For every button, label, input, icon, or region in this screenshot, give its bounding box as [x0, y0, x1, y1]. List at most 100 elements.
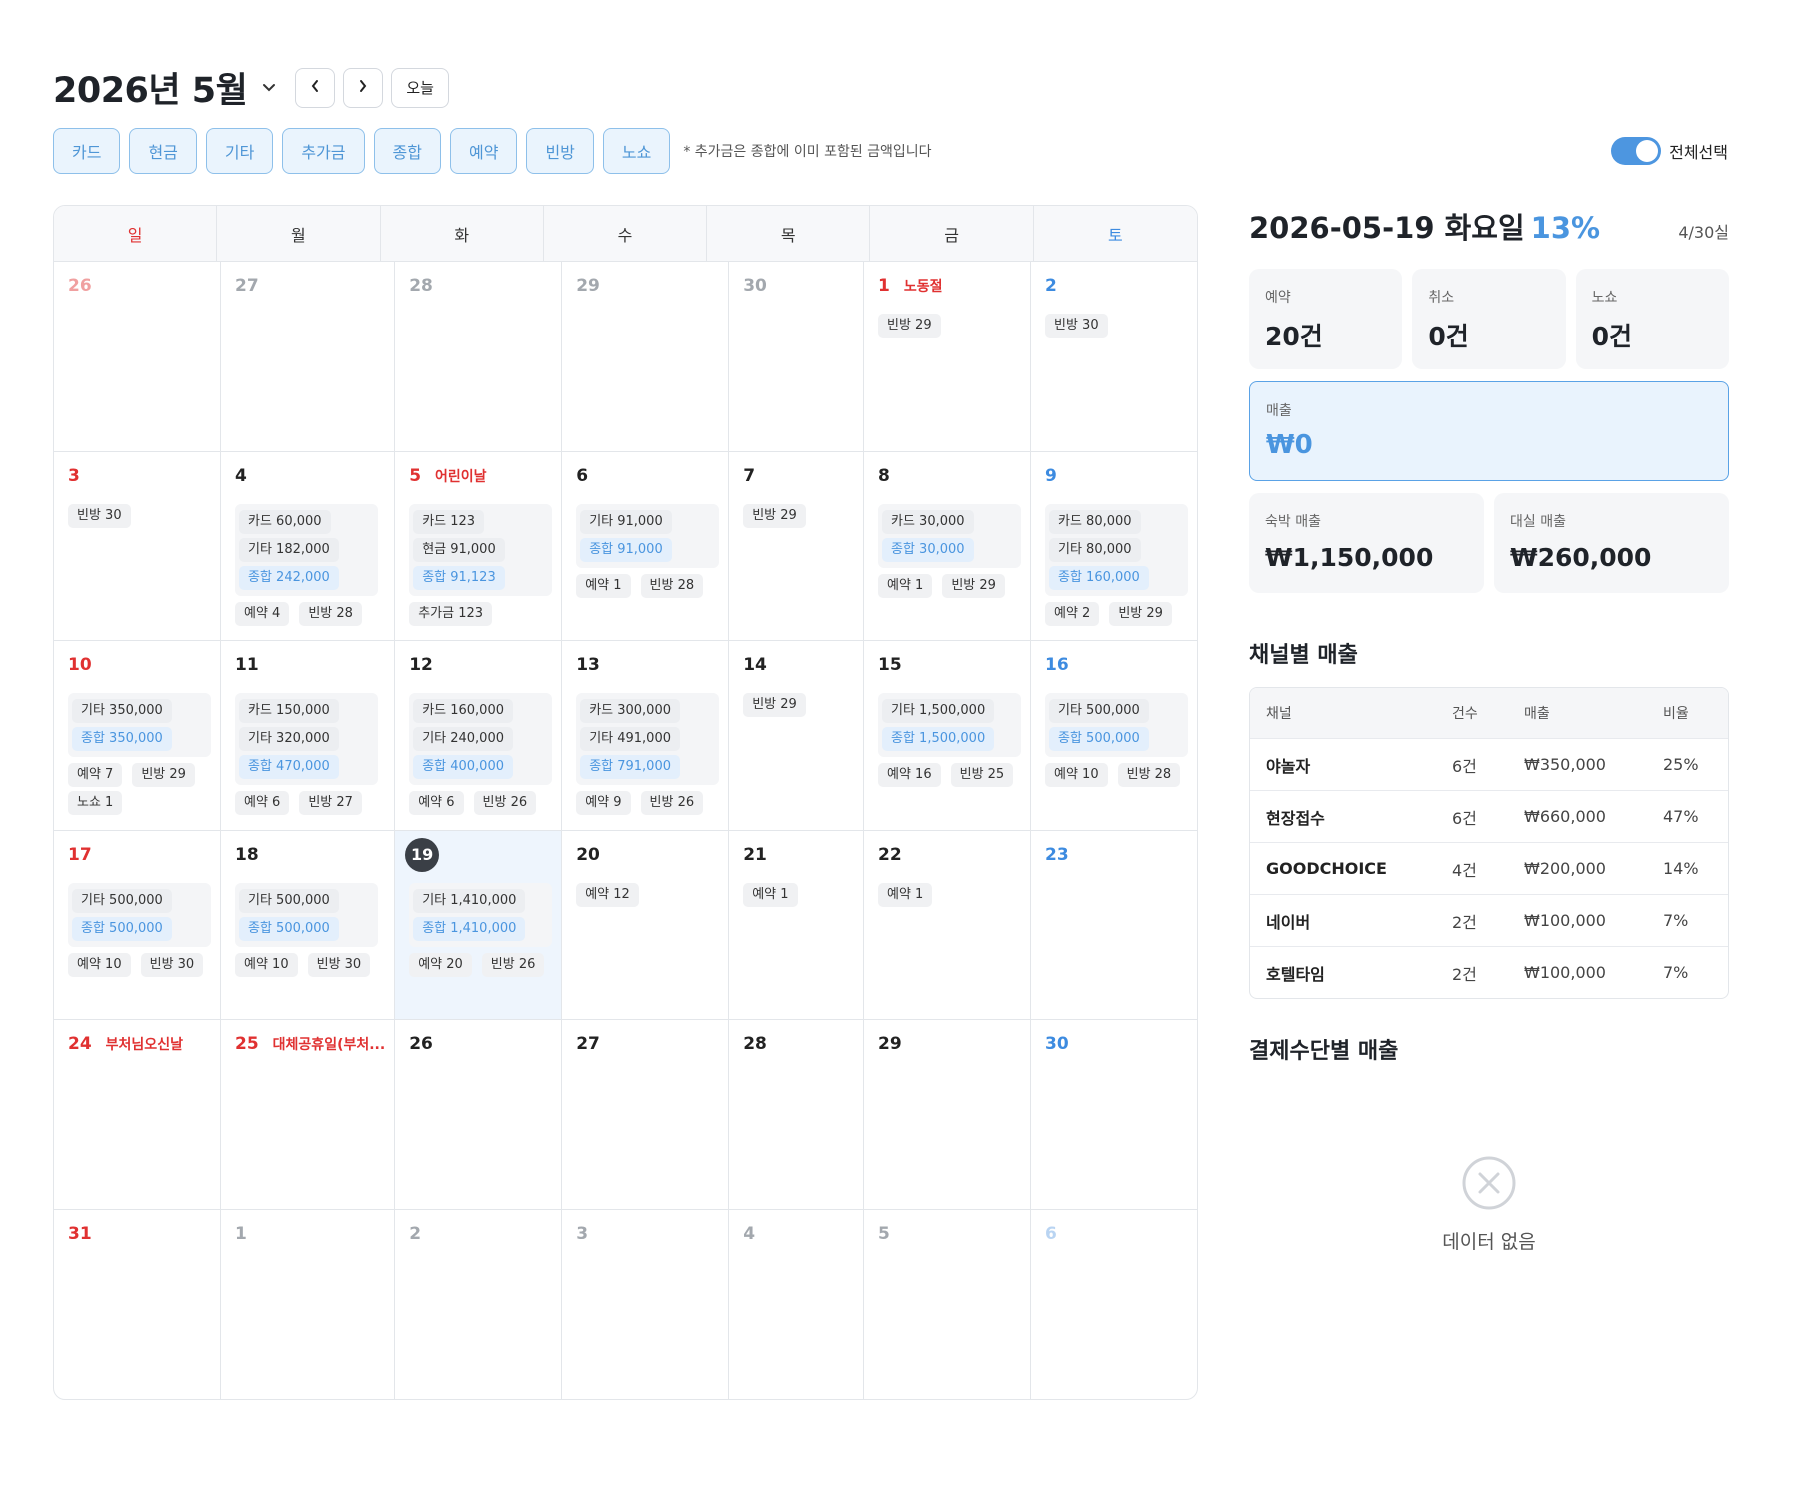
- calendar-day-cell[interactable]: 25 대체공휴일(부처...: [221, 1020, 396, 1210]
- calendar-day-cell[interactable]: 3: [562, 1209, 730, 1399]
- month-calendar: 일 월 화 수 목 금 토 26 27 28 29 30 1 노동절 빈방 29 2 빈방 30 3…: [53, 205, 1198, 1400]
- calendar-day-cell[interactable]: 26: [54, 262, 221, 452]
- calendar-day-cell[interactable]: 27: [562, 1020, 730, 1210]
- select-all-toggle[interactable]: [1611, 137, 1662, 165]
- filter-chip-card[interactable]: 카드: [53, 128, 121, 174]
- calendar-day-cell[interactable]: 5 어린이날 카드 123 현금 91,000 종합 91,123 추가금 123: [395, 451, 563, 641]
- payment-amount-tag: 카드 30,000: [882, 509, 974, 534]
- calendar-day-cell[interactable]: 23: [1031, 831, 1197, 1020]
- calendar-day-cell[interactable]: 9 카드 80,000 기타 80,000 종합 160,000 예약 2 빈방 29: [1031, 452, 1197, 641]
- status-tag: 빈방 29: [132, 763, 195, 787]
- payment-sales-title: 결제수단별 매출: [1249, 1039, 1399, 1064]
- filter-chip-extra[interactable]: 추가금: [282, 128, 365, 174]
- col-sales: 매출: [1524, 706, 1550, 722]
- filter-chip-vacant[interactable]: 빈방: [526, 128, 594, 174]
- calendar-day-cell[interactable]: 12 카드 160,000 기타 240,000 종합 400,000 예약 6 빈방 2…: [395, 641, 563, 831]
- calendar-day-cell[interactable]: 21 예약 1: [729, 830, 864, 1020]
- channel-ratio: 7%: [1663, 911, 1689, 930]
- calendar-day-cell[interactable]: 24 부처님오신날: [54, 1020, 221, 1210]
- calendar-day-cell[interactable]: 28: [395, 262, 563, 452]
- filter-chip-noshow[interactable]: 노쇼: [602, 128, 671, 174]
- filter-chip-total[interactable]: 종합: [373, 128, 441, 174]
- calendar-day-cell[interactable]: 16 기타 500,000 종합 500,000 예약 10 빈방 28: [1031, 641, 1197, 831]
- calendar-day-cell[interactable]: 13 카드 300,000 기타 491,000 종합 791,000 예약 9 빈방 2…: [562, 641, 730, 831]
- total-amount-tag: 종합 470,000: [239, 755, 339, 779]
- payment-amount-tag: 카드 300,000: [580, 699, 680, 723]
- filter-chip-reservation[interactable]: 예약: [449, 128, 518, 174]
- calendar-day-cell[interactable]: 18 기타 500,000 종합 500,000 예약 10 빈방 30: [221, 830, 396, 1020]
- next-month-button[interactable]: [343, 67, 384, 108]
- calendar-day-cell[interactable]: 30: [729, 262, 864, 452]
- day-header: 29: [576, 274, 719, 298]
- calendar-day-cell[interactable]: 29: [562, 262, 730, 452]
- calendar-day-cell[interactable]: 4: [729, 1209, 864, 1399]
- payment-summary: 기타 91,000 종합 91,000: [576, 503, 720, 568]
- calendar-day-cell[interactable]: 26: [395, 1020, 563, 1210]
- calendar-day-cell[interactable]: 10 기타 350,000 종합 350,000 예약 7 빈방 29 노쇼 1: [54, 641, 221, 831]
- day-number: 28: [409, 276, 433, 296]
- calendar-day-cell[interactable]: 19 기타 1,410,000 종합 1,410,000 예약 20 빈방 26: [395, 830, 563, 1020]
- calendar-day-cell[interactable]: 22 예약 1: [864, 830, 1031, 1020]
- calendar-day-cell[interactable]: 2 빈방 30: [1031, 262, 1197, 452]
- calendar-day-cell[interactable]: 5: [864, 1209, 1031, 1399]
- calendar-day-cell[interactable]: 1: [221, 1209, 396, 1399]
- status-tags: 예약 9 빈방 26: [576, 791, 719, 815]
- day-header: 23: [1045, 843, 1188, 867]
- stat-label: 예약: [1265, 290, 1291, 306]
- calendar-day-cell[interactable]: 28: [729, 1020, 864, 1210]
- month-title[interactable]: 2026년 5월: [53, 62, 248, 113]
- chevron-right-icon: [358, 78, 368, 97]
- channel-count: 4건: [1452, 860, 1477, 880]
- payment-amount-tag: 기타 240,000: [413, 727, 513, 751]
- status-tag: 예약 1: [743, 882, 798, 907]
- booking-stats: 예약 20건 취소 0건 노쇼 0건: [1249, 269, 1729, 369]
- calendar-day-cell[interactable]: 29: [864, 1020, 1031, 1210]
- status-tag: 예약 16: [878, 763, 941, 787]
- calendar-day-cell[interactable]: 20 예약 12: [562, 830, 730, 1020]
- calendar-day-cell[interactable]: 27: [221, 262, 396, 452]
- calendar-day-cell[interactable]: 6 기타 91,000 종합 91,000 예약 1 빈방 28: [562, 451, 730, 641]
- calendar-day-cell[interactable]: 8 카드 30,000 종합 30,000 예약 1 빈방 29: [864, 451, 1031, 641]
- status-tag: 빈방 28: [1117, 763, 1181, 787]
- payment-summary: 기타 1,410,000 종합 1,410,000: [409, 882, 553, 947]
- status-tag: 노쇼 1: [68, 791, 123, 815]
- channel-sales: ₩100,000: [1524, 963, 1606, 982]
- close-circle-icon: [1461, 1155, 1517, 1215]
- calendar-day-cell[interactable]: 14 빈방 29: [729, 641, 864, 831]
- day-number: 22: [878, 844, 902, 865]
- status-tag: 빈방 25: [950, 763, 1014, 787]
- calendar-day-cell[interactable]: 4 카드 60,000 기타 182,000 종합 242,000 예약 4 빈방 28: [221, 451, 396, 641]
- day-header: 22: [878, 843, 1021, 867]
- calendar-day-cell[interactable]: 7 빈방 29: [729, 451, 864, 641]
- calendar-day-cell[interactable]: 30: [1031, 1020, 1197, 1210]
- status-tag: 빈방 26: [473, 791, 537, 815]
- status-tag: 예약 2: [1045, 601, 1100, 626]
- calendar-day-cell[interactable]: 17 기타 500,000 종합 500,000 예약 10 빈방 30: [54, 830, 221, 1020]
- day-header: 9: [1045, 464, 1188, 488]
- channel-sales-table: 채널 건수 매출 비율 야놀자 6건 ₩350,000 25% 현장접수 6건 ₩660,0…: [1249, 687, 1729, 999]
- calendar-day-cell[interactable]: 6: [1031, 1210, 1197, 1400]
- status-tag: 빈방 28: [640, 573, 704, 598]
- calendar-day-cell[interactable]: 3 빈방 30: [54, 451, 221, 641]
- payment-summary: 기타 1,500,000 종합 1,500,000: [878, 693, 1021, 757]
- total-amount-tag: 종합 500,000: [239, 916, 339, 941]
- calendar-day-cell[interactable]: 1 노동절 빈방 29: [864, 262, 1031, 452]
- channel-ratio: 14%: [1663, 859, 1699, 878]
- table-row: 야놀자 6건 ₩350,000 25%: [1250, 738, 1728, 790]
- calendar-day-cell[interactable]: 15 기타 1,500,000 종합 1,500,000 예약 16 빈방 25: [864, 641, 1031, 831]
- filter-chip-etc[interactable]: 기타: [205, 128, 274, 174]
- day-header: 16: [1045, 653, 1188, 677]
- today-button[interactable]: 오늘: [391, 67, 449, 108]
- calendar-day-cell[interactable]: 2: [395, 1209, 563, 1399]
- day-number: 2: [1045, 276, 1057, 296]
- day-header: 17: [68, 843, 211, 867]
- filter-chip-cash[interactable]: 현금: [129, 128, 197, 174]
- weekday-header: 일 월 화 수 목 금 토: [54, 206, 1197, 262]
- chevron-down-icon[interactable]: [259, 78, 279, 98]
- calendar-day-cell[interactable]: 31: [54, 1209, 221, 1399]
- day-header: 24 부처님오신날: [68, 1032, 211, 1056]
- weekday-sat: 토: [1107, 225, 1123, 245]
- calendar-day-cell[interactable]: 11 카드 150,000 기타 320,000 종합 470,000 예약 6 빈방 2…: [221, 641, 396, 831]
- prev-month-button[interactable]: [295, 67, 336, 108]
- day-header: 31: [68, 1222, 211, 1246]
